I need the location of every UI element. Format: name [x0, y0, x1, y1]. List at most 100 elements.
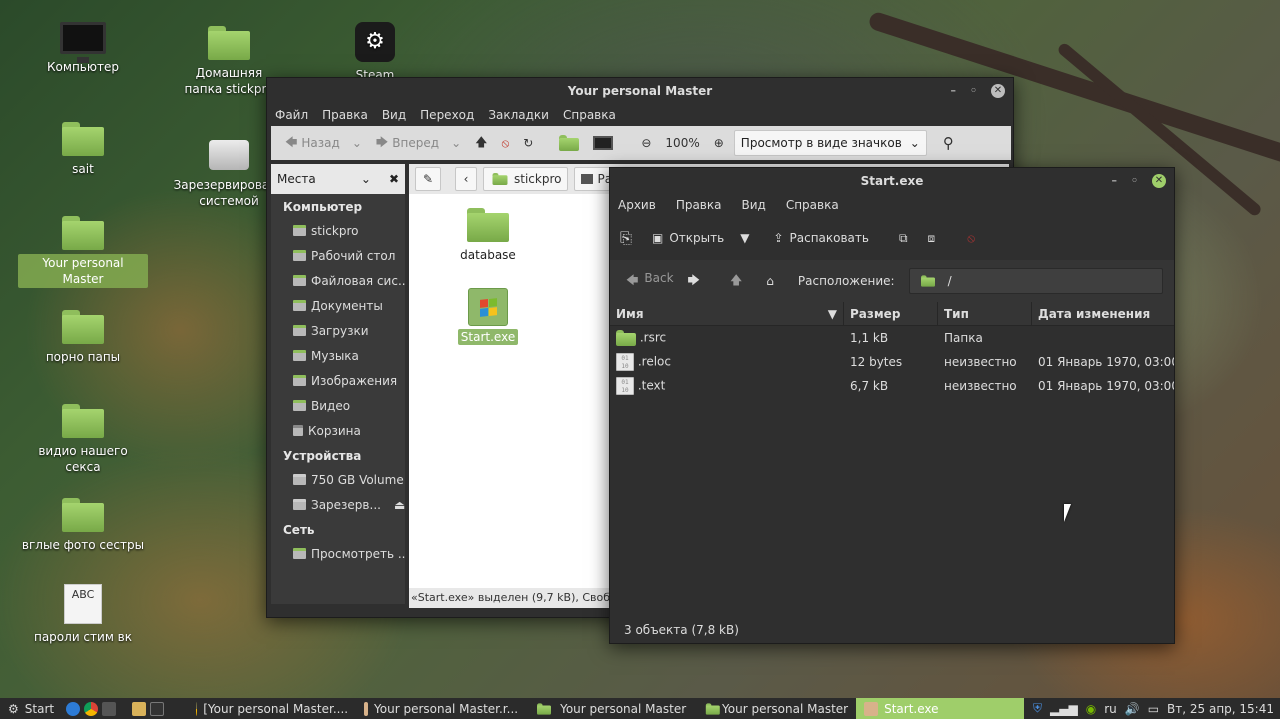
nvidia-icon[interactable]: ◉: [1086, 702, 1096, 716]
sidebar-item-pictures[interactable]: Изображения: [271, 368, 405, 393]
menu-archive[interactable]: Архив: [618, 198, 656, 212]
minimize-button[interactable]: –: [1111, 168, 1117, 194]
window-titlebar[interactable]: Start.exe – ◦ ✕: [610, 168, 1174, 194]
arrow-up-icon: 🡅: [475, 134, 488, 149]
language-indicator[interactable]: ru: [1104, 702, 1117, 716]
add-files-button[interactable]: ⧉: [899, 231, 908, 246]
back-button[interactable]: 🡄 Назад ⌄: [281, 130, 366, 156]
desktop-icon-folder-4[interactable]: порно папы: [18, 310, 148, 366]
sidebar-item-filesystem[interactable]: Файловая сис...: [271, 268, 405, 293]
taskbar-item[interactable]: Your personal Master.r...: [356, 698, 526, 719]
shield-icon[interactable]: ⛨: [1033, 701, 1042, 716]
home-button[interactable]: ⌂: [766, 274, 774, 288]
binary-file-icon: 01 10: [616, 377, 634, 395]
back-button[interactable]: 🡄 Back: [626, 271, 674, 292]
edit-path-button[interactable]: ✎: [415, 167, 441, 191]
file-item-database[interactable]: database: [443, 208, 533, 262]
column-name[interactable]: Имя ▼: [610, 301, 844, 326]
menu-view[interactable]: Вид: [741, 198, 765, 212]
taskbar-item-active[interactable]: Start.exe: [856, 698, 1025, 719]
terminal-icon[interactable]: [150, 701, 165, 716]
maximize-button[interactable]: ◦: [1131, 168, 1138, 194]
desktop-icon-computer[interactable]: Компьютер: [18, 22, 148, 76]
sidebar-item-trash[interactable]: Корзина: [271, 418, 405, 443]
folder-icon: [62, 404, 104, 438]
column-date[interactable]: Дата изменения: [1032, 302, 1174, 326]
sidebar-item-desktop[interactable]: Рабочий стол: [271, 243, 405, 268]
forward-button[interactable]: 🡆: [688, 271, 700, 292]
chrome-icon[interactable]: [84, 701, 99, 716]
desktop-icon-folder-5[interactable]: видио нашего секса: [18, 404, 148, 476]
start-menu-button[interactable]: ⚙ Start: [0, 698, 62, 719]
forward-button[interactable]: 🡆 Вперед ⌄: [372, 130, 465, 156]
menu-edit[interactable]: Правка: [676, 198, 722, 212]
sidebar-mode-label: Места: [277, 172, 316, 186]
table-row[interactable]: 01 10 .reloc 12 bytes неизвестно 01 Январ…: [610, 350, 1174, 374]
network-icon[interactable]: ▂▄▆: [1050, 702, 1078, 716]
search-button[interactable]: ⚲: [939, 130, 958, 156]
desktop-icon-folder-6[interactable]: вглые фото сестры: [18, 498, 148, 554]
stop-button[interactable]: ⦸: [497, 130, 513, 156]
sidebar-item-downloads[interactable]: Загрузки: [271, 318, 405, 343]
table-row[interactable]: .rsrc 1,1 kB Папка: [610, 326, 1174, 350]
desktop-icon-text-file[interactable]: ABC пароли стим вк: [18, 584, 148, 646]
taskbar-item[interactable]: Your personal Master: [526, 698, 696, 719]
desktop-icon-sait[interactable]: sait: [18, 122, 148, 178]
open-dropdown-button[interactable]: ▼: [740, 231, 749, 245]
menu-file[interactable]: Файл: [275, 108, 308, 122]
close-button[interactable]: ✕: [1152, 174, 1166, 188]
show-desktop-icon[interactable]: [66, 701, 81, 716]
forward-label: Вперед: [392, 136, 440, 150]
battery-icon[interactable]: ▭: [1148, 702, 1159, 716]
table-row[interactable]: 01 10 .text 6,7 kB неизвестно 01 Январь 1…: [610, 374, 1174, 398]
desktop-icon-steam[interactable]: ⚙ Steam: [310, 22, 440, 84]
sidebar-item-music[interactable]: Музыка: [271, 343, 405, 368]
menu-help[interactable]: Справка: [786, 198, 839, 212]
menu-view[interactable]: Вид: [382, 108, 406, 122]
menu-edit[interactable]: Правка: [322, 108, 368, 122]
clock[interactable]: Вт, 25 апр, 15:41: [1167, 702, 1274, 716]
new-archive-button[interactable]: ⎘: [620, 229, 632, 247]
zoom-out-button[interactable]: ⊖: [637, 130, 655, 156]
location-field[interactable]: /: [908, 268, 1163, 294]
home-folder-icon: [559, 135, 580, 151]
open-button[interactable]: ▣ Открыть: [652, 231, 724, 245]
close-sidebar-icon[interactable]: ✖: [389, 172, 399, 186]
sidebar-item-videos[interactable]: Видео: [271, 393, 405, 418]
view-mode-select[interactable]: Просмотр в виде значков ⌄: [733, 130, 927, 156]
up-button[interactable]: 🡅: [471, 130, 491, 156]
desktop-icon-your-personal-master[interactable]: Your personal Master: [18, 216, 148, 288]
up-button[interactable]: 🡅: [730, 271, 742, 292]
taskbar-item[interactable]: Your personal Master: [696, 698, 856, 719]
breadcrumb-item-home[interactable]: stickpro: [483, 167, 569, 191]
sidebar-item-reserved[interactable]: Зарезерв... ⏏: [271, 492, 405, 517]
terminal-icon[interactable]: [102, 701, 117, 716]
file-item-start-exe[interactable]: Start.exe: [443, 288, 533, 345]
maximize-button[interactable]: ◦: [970, 78, 977, 104]
sidebar-mode-select[interactable]: Места ⌄ ✖: [271, 164, 405, 194]
menu-go[interactable]: Переход: [420, 108, 474, 122]
column-type[interactable]: Тип: [938, 301, 1032, 326]
volume-icon[interactable]: 🔊: [1125, 702, 1140, 716]
taskbar-item[interactable]: [Your personal Master....: [188, 698, 356, 719]
menu-bookmarks[interactable]: Закладки: [488, 108, 549, 122]
add-folder-button[interactable]: ⧈: [928, 231, 936, 246]
stop-button[interactable]: ⦸: [967, 231, 975, 246]
sidebar-item-documents[interactable]: Документы: [271, 293, 405, 318]
files-icon[interactable]: [132, 701, 147, 716]
sidebar-item-volume[interactable]: 750 GB Volume: [271, 467, 405, 492]
sidebar-item-network[interactable]: Просмотреть ...: [271, 541, 405, 566]
column-size[interactable]: Размер: [844, 301, 938, 326]
computer-button[interactable]: [589, 130, 617, 156]
reload-button[interactable]: ↻: [519, 130, 537, 156]
minimize-button[interactable]: –: [950, 78, 956, 104]
zoom-in-button[interactable]: ⊕: [710, 130, 728, 156]
breadcrumb-back-button[interactable]: ‹: [455, 167, 477, 191]
window-titlebar[interactable]: Your personal Master – ◦ ✕: [267, 78, 1013, 104]
extract-button[interactable]: ⇪ Распаковать: [773, 231, 869, 245]
close-button[interactable]: ✕: [991, 84, 1005, 98]
menu-help[interactable]: Справка: [563, 108, 616, 122]
sidebar-item-home[interactable]: stickpro: [271, 218, 405, 243]
home-button[interactable]: [555, 130, 583, 156]
eject-icon[interactable]: ⏏: [394, 498, 405, 512]
